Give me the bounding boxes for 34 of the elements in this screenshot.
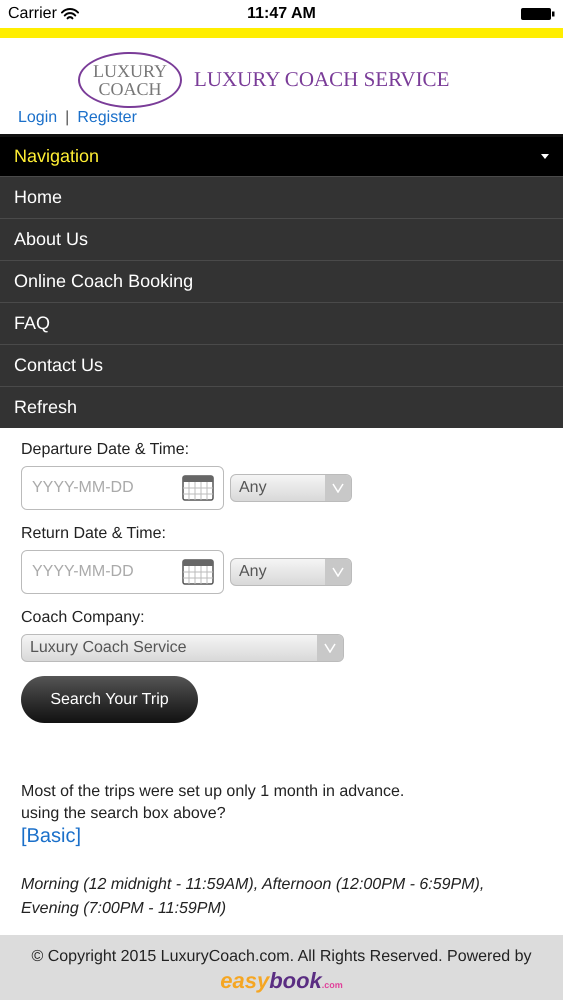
dropdown[interactable]: Any [230,558,352,586]
search-trip-button[interactable]: Search Your Trip [21,676,198,723]
battery-icon [521,7,555,21]
carrier-label: Carrier [8,4,57,24]
field-label: Coach Company: [21,608,146,628]
clock: 11:47 AM [247,4,316,24]
nav-menu-item[interactable]: About Us [0,218,563,260]
date-field[interactable]: YYYY-MM-DD [21,550,224,594]
caret-icon [541,154,549,159]
date-field[interactable]: YYYY-MM-DD [21,466,224,510]
logo: LUXURY COACH [78,52,182,108]
field-label: Departure Date & Time: [21,440,190,460]
brand-logo: easybook.com [220,969,343,995]
login-link[interactable]: Login [18,106,58,130]
time-ranges-text: Morning (12 midnight - 11:59AM), Afternoon (12:00PM - 6:59PM), Evening (7:00PM - 11:59PM) [21,875,486,919]
nav-menu-item[interactable]: Home [0,176,563,218]
info-text: using the search box above? [21,804,227,824]
calendar-icon[interactable] [182,475,214,501]
field-label: Return Date & Time: [21,524,167,544]
wifi-icon [60,8,79,20]
dropdown[interactable]: Any [230,474,352,502]
basic-link[interactable]: [Basic] [21,825,82,847]
calendar-icon[interactable] [182,559,214,585]
dropdown[interactable]: Luxury Coach Service [21,634,344,662]
nav-menu-item[interactable]: FAQ [0,302,563,344]
site-title: LUXURY COACH SERVICE [194,66,450,94]
navigation-toggle[interactable]: Navigation [0,134,563,176]
nav-menu-item[interactable]: Refresh [0,386,563,428]
info-text: Most of the trips were set up only 1 month in advance. [21,782,406,802]
register-link[interactable]: Register [77,106,137,130]
separator: | [65,108,70,128]
nav-menu-item[interactable]: Contact Us [0,344,563,386]
copyright-text: © Copyright 2015 LuxuryCoach.com. All Rights Reserved. Powered by [31,947,532,967]
nav-menu-item[interactable]: Online Coach Booking [0,260,563,302]
